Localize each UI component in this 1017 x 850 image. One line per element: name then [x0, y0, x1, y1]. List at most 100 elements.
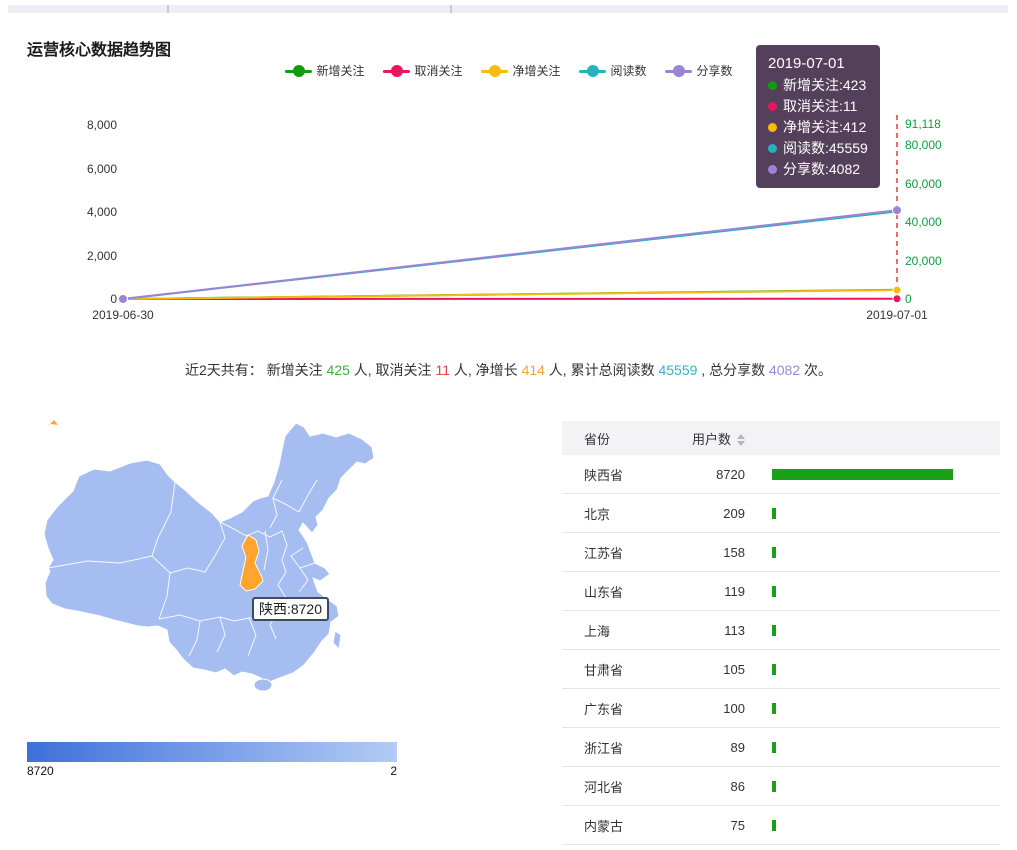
table-row: 浙江省89 — [562, 728, 1000, 767]
top-bar — [8, 5, 1008, 13]
summary-segment: 近2天共有： 新增关注 — [185, 362, 327, 378]
summary-segment: 425 — [327, 362, 350, 378]
summary-text: 近2天共有： 新增关注 425 人, 取消关注 11 人, 净增长 414 人,… — [0, 360, 1017, 380]
left-axis-tick: 8,000 — [57, 117, 117, 133]
province-cell: 甘肃省 — [562, 660, 682, 679]
chart-tooltip-row: 净增关注:412 — [768, 117, 868, 138]
header-users: 用户数 — [682, 429, 745, 448]
users-cell: 89 — [682, 740, 745, 755]
right-axis-tick: 0 — [905, 291, 912, 307]
province-cell: 内蒙古 — [562, 816, 682, 835]
left-axis-tick: 2,000 — [57, 248, 117, 264]
china-map-panel[interactable]: 陕西:8720 — [20, 420, 460, 740]
legend-label: 分享数 — [697, 62, 733, 79]
legend-marker-icon — [665, 66, 692, 76]
summary-segment: 人, 累计总阅读数 — [545, 362, 659, 378]
chart-tooltip-rows: 新增关注:423取消关注:11净增关注:412阅读数:45559分享数:4082 — [768, 75, 868, 180]
top-bar-divider — [450, 5, 452, 13]
page-title: 运营核心数据趋势图 — [27, 36, 171, 60]
table-row: 甘肃省105 — [562, 650, 1000, 689]
province-cell: 江苏省 — [562, 543, 682, 562]
table-row: 陕西省8720 — [562, 455, 1000, 494]
left-axis-tick: 0 — [57, 291, 117, 307]
left-axis-tick: 6,000 — [57, 161, 117, 177]
legend-marker-icon — [579, 66, 606, 76]
left-axis-tick: 4,000 — [57, 204, 117, 220]
legend-item[interactable]: 取消关注 — [382, 62, 462, 79]
taiwan-island[interactable] — [333, 631, 341, 649]
right-axis-tick: 20,000 — [905, 253, 942, 269]
china-outline[interactable] — [44, 423, 374, 684]
series-dot-icon — [768, 81, 777, 90]
users-cell: 113 — [682, 623, 745, 638]
table-row: 山东省119 — [562, 572, 1000, 611]
table-row: 上海113 — [562, 611, 1000, 650]
legend-label: 阅读数 — [611, 62, 647, 79]
legend: 新增关注 取消关注 净增关注 阅读数 分享数 — [275, 62, 741, 79]
china-map-canvas[interactable] — [20, 420, 460, 740]
province-cell: 浙江省 — [562, 738, 682, 757]
summary-segment: 4082 — [769, 362, 800, 378]
chart-tooltip-value: 净增关注:412 — [783, 117, 866, 138]
summary-segment: 45559 — [658, 362, 697, 378]
users-cell: 8720 — [682, 467, 745, 482]
province-cell: 上海 — [562, 621, 682, 640]
legend-marker-icon — [382, 66, 409, 76]
summary-segment: 11 — [435, 362, 450, 378]
legend-label: 净增关注 — [512, 62, 560, 79]
province-cell: 北京 — [562, 504, 682, 523]
province-cell: 河北省 — [562, 777, 682, 796]
series-dot-icon — [768, 123, 777, 132]
series-line — [123, 290, 897, 299]
table-body: 陕西省8720北京209江苏省158山东省119上海113甘肃省105广东省10… — [562, 455, 1000, 845]
series-line — [123, 210, 897, 299]
gradient-min-label: 2 — [27, 764, 397, 778]
users-bar — [772, 781, 776, 792]
summary-segment: 人, 取消关注 — [350, 362, 436, 378]
series-dot-icon — [768, 165, 777, 174]
summary-segment: 414 — [522, 362, 545, 378]
chart-tooltip-value: 取消关注:11 — [783, 96, 857, 117]
legend-item[interactable]: 分享数 — [665, 62, 733, 79]
right-axis-tick: 80,000 — [905, 137, 942, 153]
x-axis-label-start: 2019-06-30 — [92, 308, 153, 322]
province-table: 省份 用户数 陕西省8720北京209江苏省158山东省119上海113甘肃省1… — [562, 421, 1000, 845]
header-province: 省份 — [562, 429, 682, 448]
users-cell: 105 — [682, 662, 745, 677]
users-cell: 209 — [682, 506, 745, 521]
table-row: 广东省100 — [562, 689, 1000, 728]
table-header-row: 省份 用户数 — [562, 421, 1000, 455]
province-cell: 广东省 — [562, 699, 682, 718]
users-bar — [772, 508, 776, 519]
chart-tooltip: 2019-07-01 新增关注:423取消关注:11净增关注:412阅读数:45… — [756, 45, 880, 188]
table-row: 河北省86 — [562, 767, 1000, 806]
sort-icon[interactable] — [737, 434, 745, 446]
legend-label: 新增关注 — [316, 62, 364, 79]
dashboard-page: 运营核心数据趋势图 新增关注 取消关注 净增关注 阅读数 分享数 0 2,000 4,000… — [0, 0, 1017, 850]
chart-tooltip-date: 2019-07-01 — [768, 53, 868, 75]
legend-item[interactable]: 阅读数 — [579, 62, 647, 79]
users-bar — [772, 469, 953, 480]
legend-item[interactable]: 新增关注 — [284, 62, 364, 79]
hainan-island[interactable] — [254, 679, 272, 691]
series-dot-icon — [768, 144, 777, 153]
data-point-dot — [893, 286, 901, 294]
legend-item[interactable]: 净增关注 — [480, 62, 560, 79]
data-point-dot — [893, 295, 901, 303]
province-cell: 陕西省 — [562, 465, 682, 484]
users-cell: 75 — [682, 818, 745, 833]
chart-tooltip-row: 阅读数:45559 — [768, 138, 868, 159]
legend-marker-icon — [480, 66, 507, 76]
x-axis-label-end: 2019-07-01 — [866, 308, 927, 322]
users-cell: 86 — [682, 779, 745, 794]
highlight-fragment — [48, 420, 58, 426]
province-cell: 山东省 — [562, 582, 682, 601]
legend-label: 取消关注 — [414, 62, 462, 79]
chart-tooltip-value: 阅读数:45559 — [783, 138, 868, 159]
chart-tooltip-value: 分享数:4082 — [783, 159, 860, 180]
users-bar — [772, 547, 776, 558]
map-gradient-legend — [27, 742, 397, 762]
users-bar — [772, 742, 776, 753]
chart-tooltip-row: 取消关注:11 — [768, 96, 868, 117]
right-axis-tick: 40,000 — [905, 214, 942, 230]
